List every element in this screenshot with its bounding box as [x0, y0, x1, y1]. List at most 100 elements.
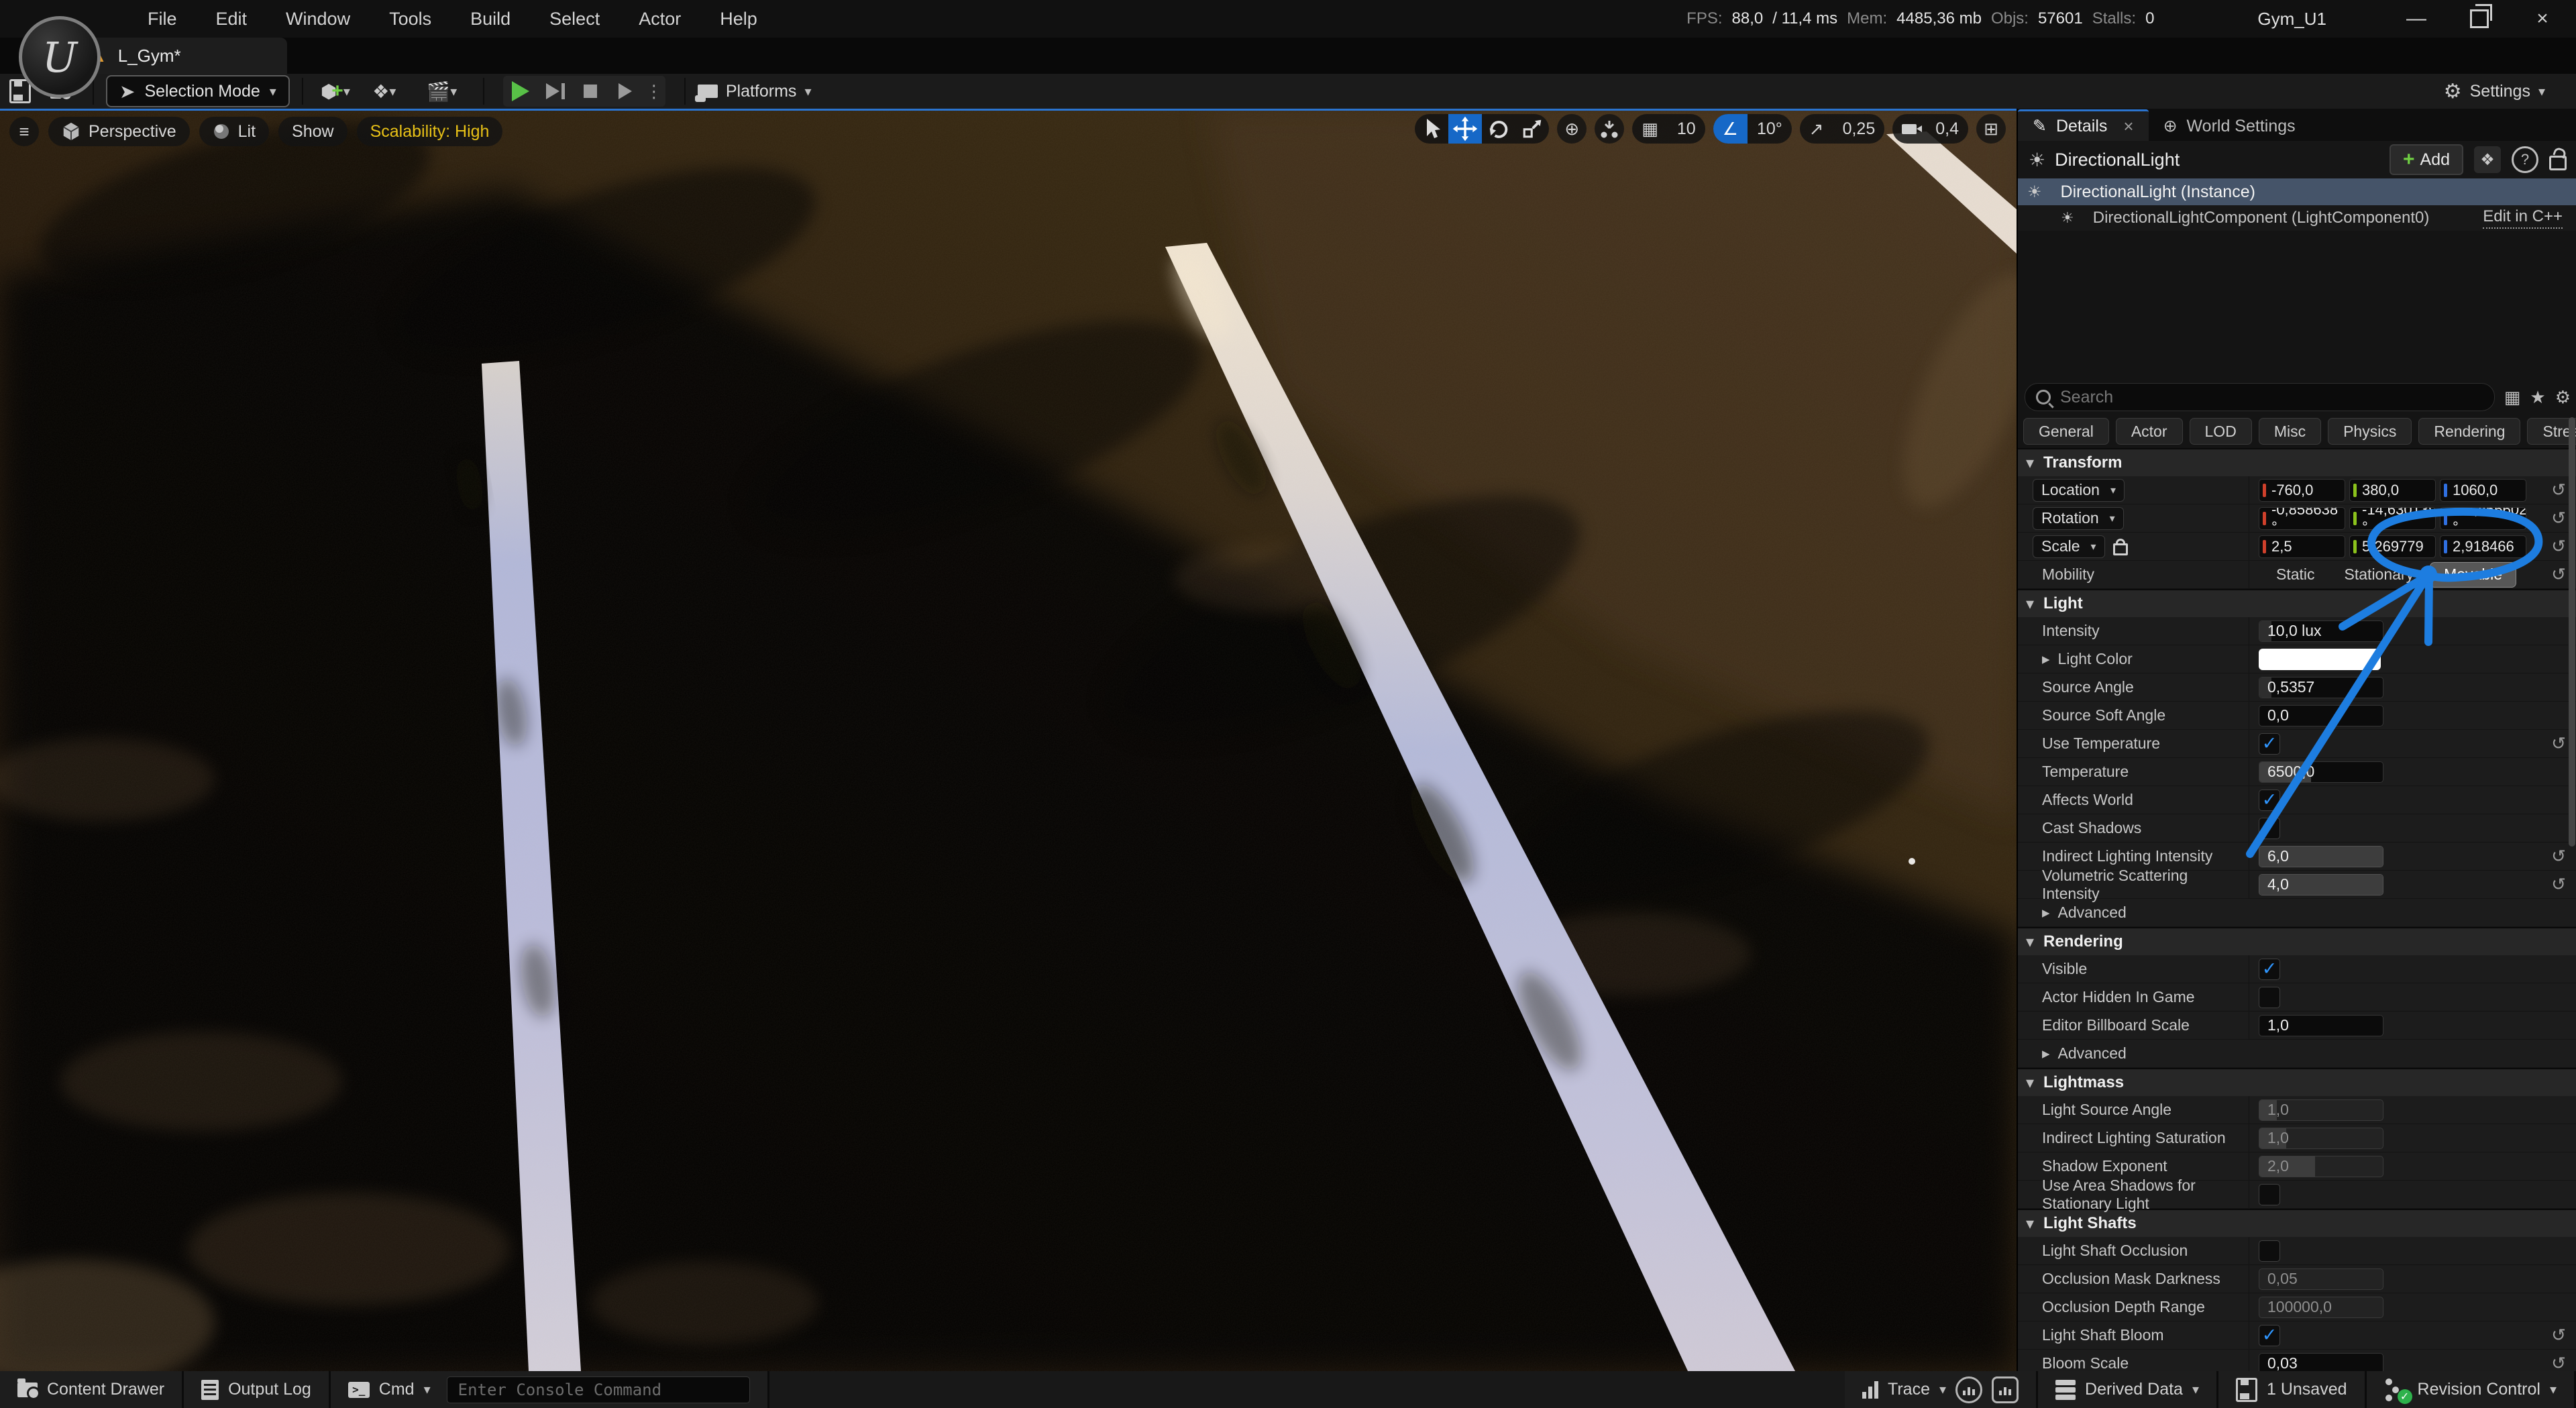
location-x-field[interactable]: -760,0: [2259, 479, 2345, 502]
settings-dropdown[interactable]: ⚙ Settings ▾: [2444, 80, 2576, 103]
filter-actor[interactable]: Actor: [2116, 418, 2183, 445]
filter-general[interactable]: General: [2023, 418, 2109, 445]
scale-x-field[interactable]: 2,5: [2259, 535, 2345, 558]
filter-rendering[interactable]: Rendering: [2418, 418, 2520, 445]
light-shaft-occlusion-checkbox[interactable]: [2259, 1240, 2280, 1262]
help-icon[interactable]: ?: [2512, 146, 2538, 173]
menu-help[interactable]: Help: [720, 9, 757, 30]
revision-control-dropdown[interactable]: ✓ Revision Control ▾: [2367, 1371, 2576, 1408]
add-actor-button[interactable]: ⬢+▾: [321, 76, 350, 106]
perspective-dropdown[interactable]: Perspective: [48, 117, 190, 146]
play-options-button[interactable]: ⋮: [643, 76, 665, 107]
reset-bloom-scale-button[interactable]: [2540, 1353, 2576, 1371]
volumetric-scattering-slider[interactable]: 4,0: [2259, 874, 2383, 896]
rotation-y-field[interactable]: -14,630139 °: [2349, 507, 2436, 530]
mobility-movable[interactable]: Movable: [2430, 562, 2516, 588]
search-box[interactable]: [2025, 383, 2495, 411]
shadow-exponent-slider[interactable]: 2,0: [2259, 1156, 2383, 1177]
surface-snapping-button[interactable]: [1595, 114, 1624, 144]
light-source-angle-slider[interactable]: 1,0: [2259, 1099, 2383, 1121]
platforms-dropdown[interactable]: Platforms ▾: [698, 82, 812, 101]
scale-snap-toggle[interactable]: ↗: [1800, 114, 1833, 144]
cmd-dropdown[interactable]: >_ Cmd ▾: [331, 1371, 769, 1408]
cinematics-button[interactable]: 🎬▾: [419, 76, 466, 106]
favorites-star-icon[interactable]: ★: [2530, 387, 2545, 408]
eject-button[interactable]: [608, 76, 643, 107]
temperature-field[interactable]: 6500,0: [2259, 761, 2383, 783]
reset-indirect-button[interactable]: [2540, 846, 2576, 867]
move-tool-button[interactable]: [1448, 114, 1482, 144]
close-tab-icon[interactable]: ×: [2123, 116, 2133, 137]
actor-hidden-checkbox[interactable]: [2259, 987, 2280, 1008]
display-options-icon[interactable]: ▦: [2504, 387, 2521, 408]
restore-button[interactable]: [2459, 4, 2500, 34]
settings-gear-icon[interactable]: ⚙: [2555, 387, 2571, 408]
menu-select[interactable]: Select: [549, 9, 600, 30]
menu-window[interactable]: Window: [286, 9, 350, 30]
trace-snapshot-icon[interactable]: [1992, 1376, 2019, 1403]
source-soft-angle-field[interactable]: 0,0: [2259, 705, 2383, 726]
scale-z-field[interactable]: 2,918466: [2440, 535, 2526, 558]
rotation-z-field[interactable]: -34,856602 °: [2440, 507, 2526, 530]
light-color-swatch[interactable]: [2259, 649, 2381, 670]
play-button[interactable]: [503, 76, 538, 107]
minimize-button[interactable]: —: [2396, 4, 2436, 34]
intensity-field[interactable]: 10,0 lux: [2259, 620, 2383, 642]
blueprints-button[interactable]: ❖▾: [361, 76, 408, 106]
select-tool-button[interactable]: [1415, 114, 1448, 144]
scale-tool-button[interactable]: [1515, 114, 1549, 144]
scale-lock-icon[interactable]: [2113, 543, 2128, 555]
filter-physics[interactable]: Physics: [2328, 418, 2412, 445]
location-y-field[interactable]: 380,0: [2349, 479, 2436, 502]
search-input[interactable]: [2059, 387, 2483, 408]
derived-data-dropdown[interactable]: Derived Data ▾: [2038, 1371, 2218, 1408]
scalability-button[interactable]: Scalability: High: [357, 117, 503, 146]
location-dropdown[interactable]: Location▾: [2033, 479, 2125, 502]
scale-dropdown[interactable]: Scale▾: [2033, 535, 2105, 558]
unsaved-button[interactable]: 1 Unsaved: [2218, 1371, 2367, 1408]
billboard-scale-field[interactable]: 1,0: [2259, 1015, 2383, 1036]
add-component-button[interactable]: +Add: [2390, 144, 2463, 175]
section-light[interactable]: Light: [2018, 589, 2576, 617]
bloom-scale-field[interactable]: 0,03: [2259, 1353, 2383, 1372]
visible-checkbox[interactable]: [2259, 959, 2280, 980]
advanced-label[interactable]: Advanced: [2058, 1044, 2127, 1063]
unlock-icon[interactable]: [2549, 156, 2567, 170]
edit-in-cpp-link[interactable]: Edit in C++: [2483, 207, 2563, 229]
close-button[interactable]: ×: [2522, 4, 2563, 34]
component-tree-root[interactable]: ☀ DirectionalLight (Instance): [2018, 178, 2576, 205]
viewport[interactable]: ≡ Perspective Lit Show Scalability: High…: [0, 109, 2017, 1371]
viewport-options-button[interactable]: ≡: [9, 117, 39, 146]
menu-build[interactable]: Build: [470, 9, 511, 30]
reset-bloom-button[interactable]: [2540, 1325, 2576, 1346]
blueprint-button[interactable]: ❖: [2474, 146, 2501, 173]
trace-dropdown[interactable]: Trace ▾: [1845, 1371, 2038, 1408]
menu-tools[interactable]: Tools: [389, 9, 431, 30]
rotation-x-field[interactable]: -0,858638 °: [2259, 507, 2345, 530]
show-dropdown[interactable]: Show: [278, 117, 347, 146]
advanced-label[interactable]: Advanced: [2058, 904, 2127, 922]
grid-snap-toggle[interactable]: ▦: [1632, 114, 1668, 144]
occlusion-mask-darkness-field[interactable]: 0,05: [2259, 1268, 2383, 1290]
area-shadows-checkbox[interactable]: [2259, 1184, 2280, 1205]
details-scrollbar[interactable]: [2569, 417, 2575, 847]
section-light-shafts[interactable]: Light Shafts: [2018, 1209, 2576, 1237]
mobility-static[interactable]: Static: [2263, 563, 2328, 587]
level-tab[interactable]: ▲ L_Gym*: [72, 38, 287, 74]
section-rendering[interactable]: Rendering: [2018, 927, 2576, 955]
scale-y-field[interactable]: 5,269779: [2349, 535, 2436, 558]
indirect-lighting-saturation-slider[interactable]: 1,0: [2259, 1128, 2383, 1149]
camera-speed-button[interactable]: [1892, 114, 1926, 144]
light-shaft-bloom-checkbox[interactable]: [2259, 1325, 2280, 1346]
stop-button[interactable]: [573, 76, 608, 107]
tab-world-settings[interactable]: ⊕ World Settings: [2149, 111, 2310, 141]
indirect-lighting-intensity-slider[interactable]: 6,0: [2259, 846, 2383, 867]
rotation-dropdown[interactable]: Rotation▾: [2033, 507, 2124, 530]
rotation-snap-toggle[interactable]: ∠: [1713, 114, 1748, 144]
affects-world-checkbox[interactable]: [2259, 790, 2280, 811]
reset-volumetric-button[interactable]: [2540, 874, 2576, 895]
use-temperature-checkbox[interactable]: [2259, 733, 2280, 755]
rotation-snap-value[interactable]: 10°: [1748, 114, 1792, 144]
component-tree-child[interactable]: ☀ DirectionalLightComponent (LightCompon…: [2018, 205, 2576, 231]
scale-snap-value[interactable]: 0,25: [1833, 114, 1885, 144]
